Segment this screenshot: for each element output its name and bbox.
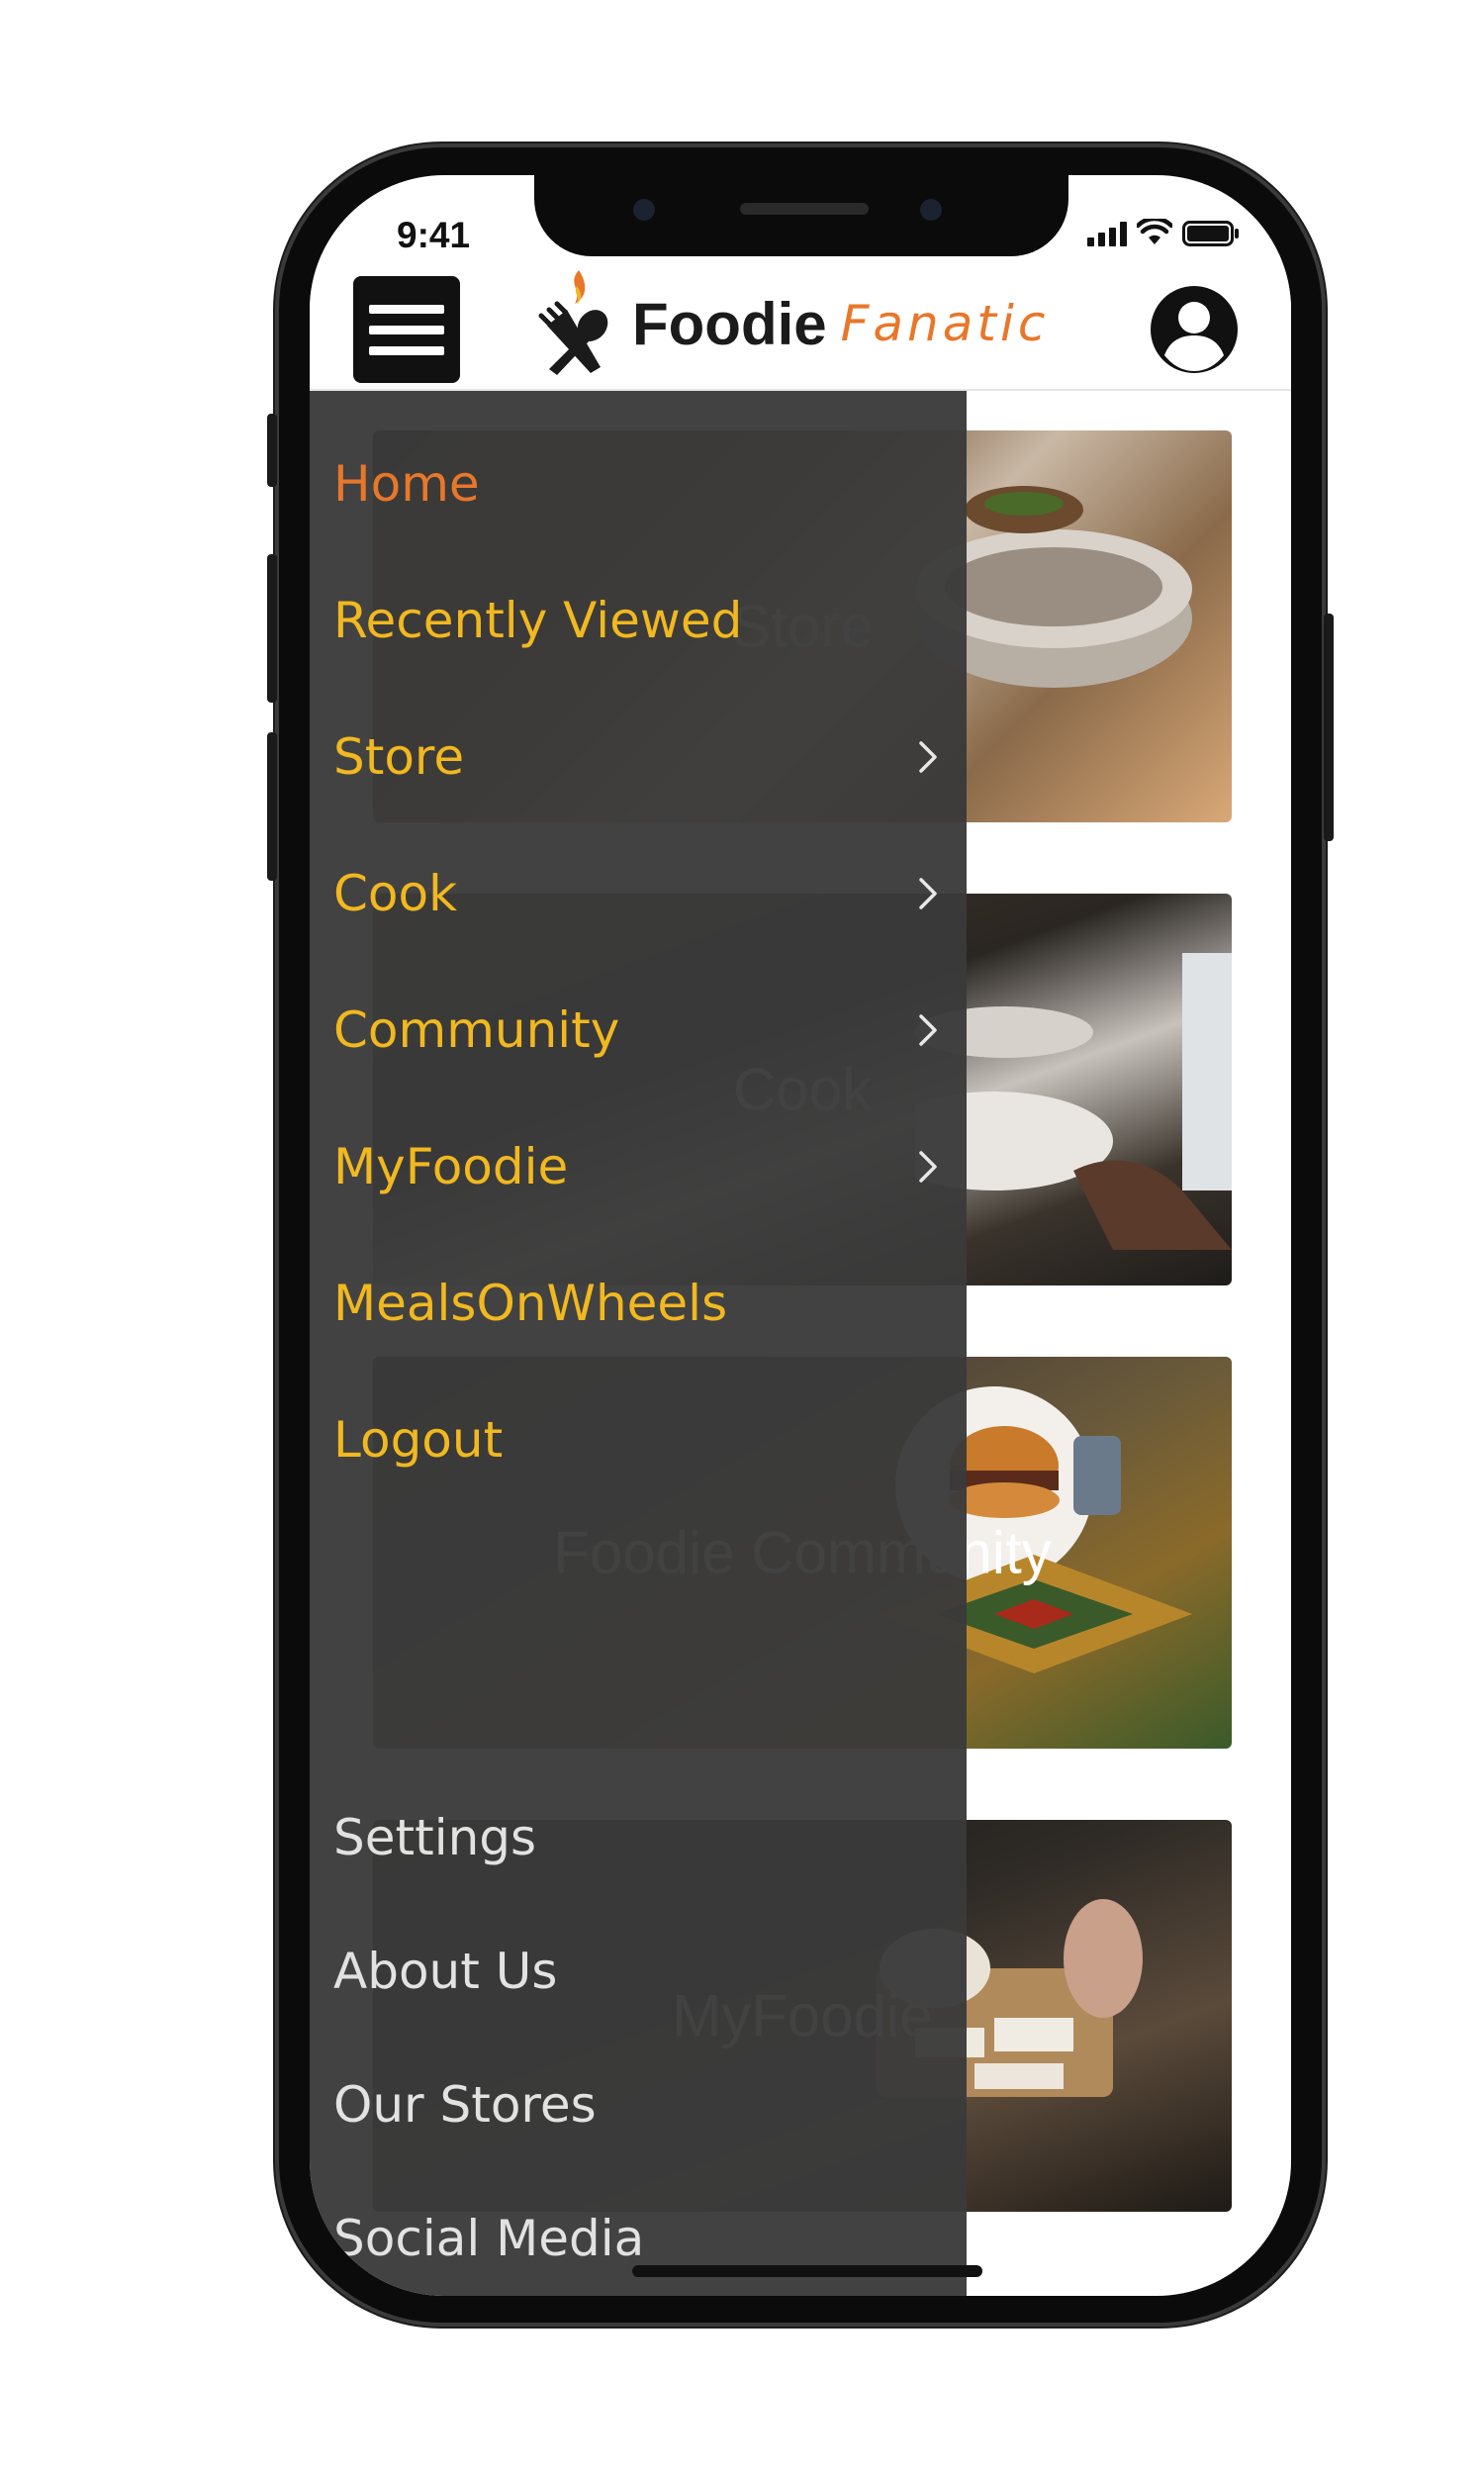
profile-avatar-icon[interactable] [1149,284,1240,375]
side-drawer: Home Recently Viewed Store Cook Communit… [310,391,967,2296]
battery-icon [1182,221,1240,246]
speaker-grille [740,203,869,215]
drawer-item-label: MyFoodie [333,1138,569,1195]
notch [534,175,1068,256]
drawer-item-cook[interactable]: Cook [333,854,943,933]
chevron-right-icon [919,741,937,773]
volume-down-button [267,732,277,881]
drawer-item-mealsonwheels[interactable]: MealsOnWheels [333,1264,943,1343]
drawer-item-label: About Us [333,1943,558,2000]
drawer-item-myfoodie[interactable]: MyFoodie [333,1127,943,1206]
drawer-item-logout[interactable]: Logout [333,1400,943,1479]
fork-spoon-flame-icon [538,270,608,375]
hamburger-menu-button[interactable] [353,276,460,383]
hamburger-icon [369,304,444,314]
brand-name-secondary: Fanatic [840,295,1050,352]
mute-switch [267,414,277,487]
drawer-item-label: Home [333,455,480,513]
wifi-icon [1137,219,1172,246]
volume-up-button [267,554,277,703]
drawer-item-label: Logout [333,1411,504,1469]
chevron-right-icon [919,1151,937,1183]
drawer-item-community[interactable]: Community [333,991,943,1070]
hamburger-line [369,325,444,334]
drawer-item-label: Recently Viewed [333,592,743,649]
drawer-item-store[interactable]: Store [333,717,943,797]
home-indicator[interactable] [632,2265,982,2277]
drawer-item-label: Cook [333,865,458,922]
drawer-item-label: Store [333,728,465,786]
drawer-item-label: Social Media [333,2210,645,2267]
app-header: Foodie Fanatic [310,254,1291,391]
chevron-right-icon [919,878,937,909]
chevron-right-icon [919,1014,937,1046]
brand-name-primary: Foodie [632,290,827,357]
drawer-item-label: Settings [333,1809,537,1866]
status-time: 9:41 [397,215,471,255]
drawer-item-about-us[interactable]: About Us [333,1932,943,2011]
phone-screen: 9:41 Foodie Fanatic Home Recently Viewed… [310,175,1291,2296]
drawer-item-label: Community [333,1001,620,1059]
signal-icon [1087,221,1127,246]
drawer-item-label: Our Stores [333,2076,597,2134]
front-camera-icon [920,199,942,221]
drawer-item-settings[interactable]: Settings [333,1798,943,1877]
sensor-icon [633,199,655,221]
brand-logo[interactable]: Foodie Fanatic [527,264,1049,383]
power-button [1324,614,1334,841]
drawer-item-home[interactable]: Home [333,444,943,523]
status-icons [1087,219,1240,246]
drawer-item-recently-viewed[interactable]: Recently Viewed [333,581,943,660]
hamburger-line [369,345,444,355]
drawer-item-our-stores[interactable]: Our Stores [333,2065,943,2144]
drawer-item-label: MealsOnWheels [333,1275,728,1332]
